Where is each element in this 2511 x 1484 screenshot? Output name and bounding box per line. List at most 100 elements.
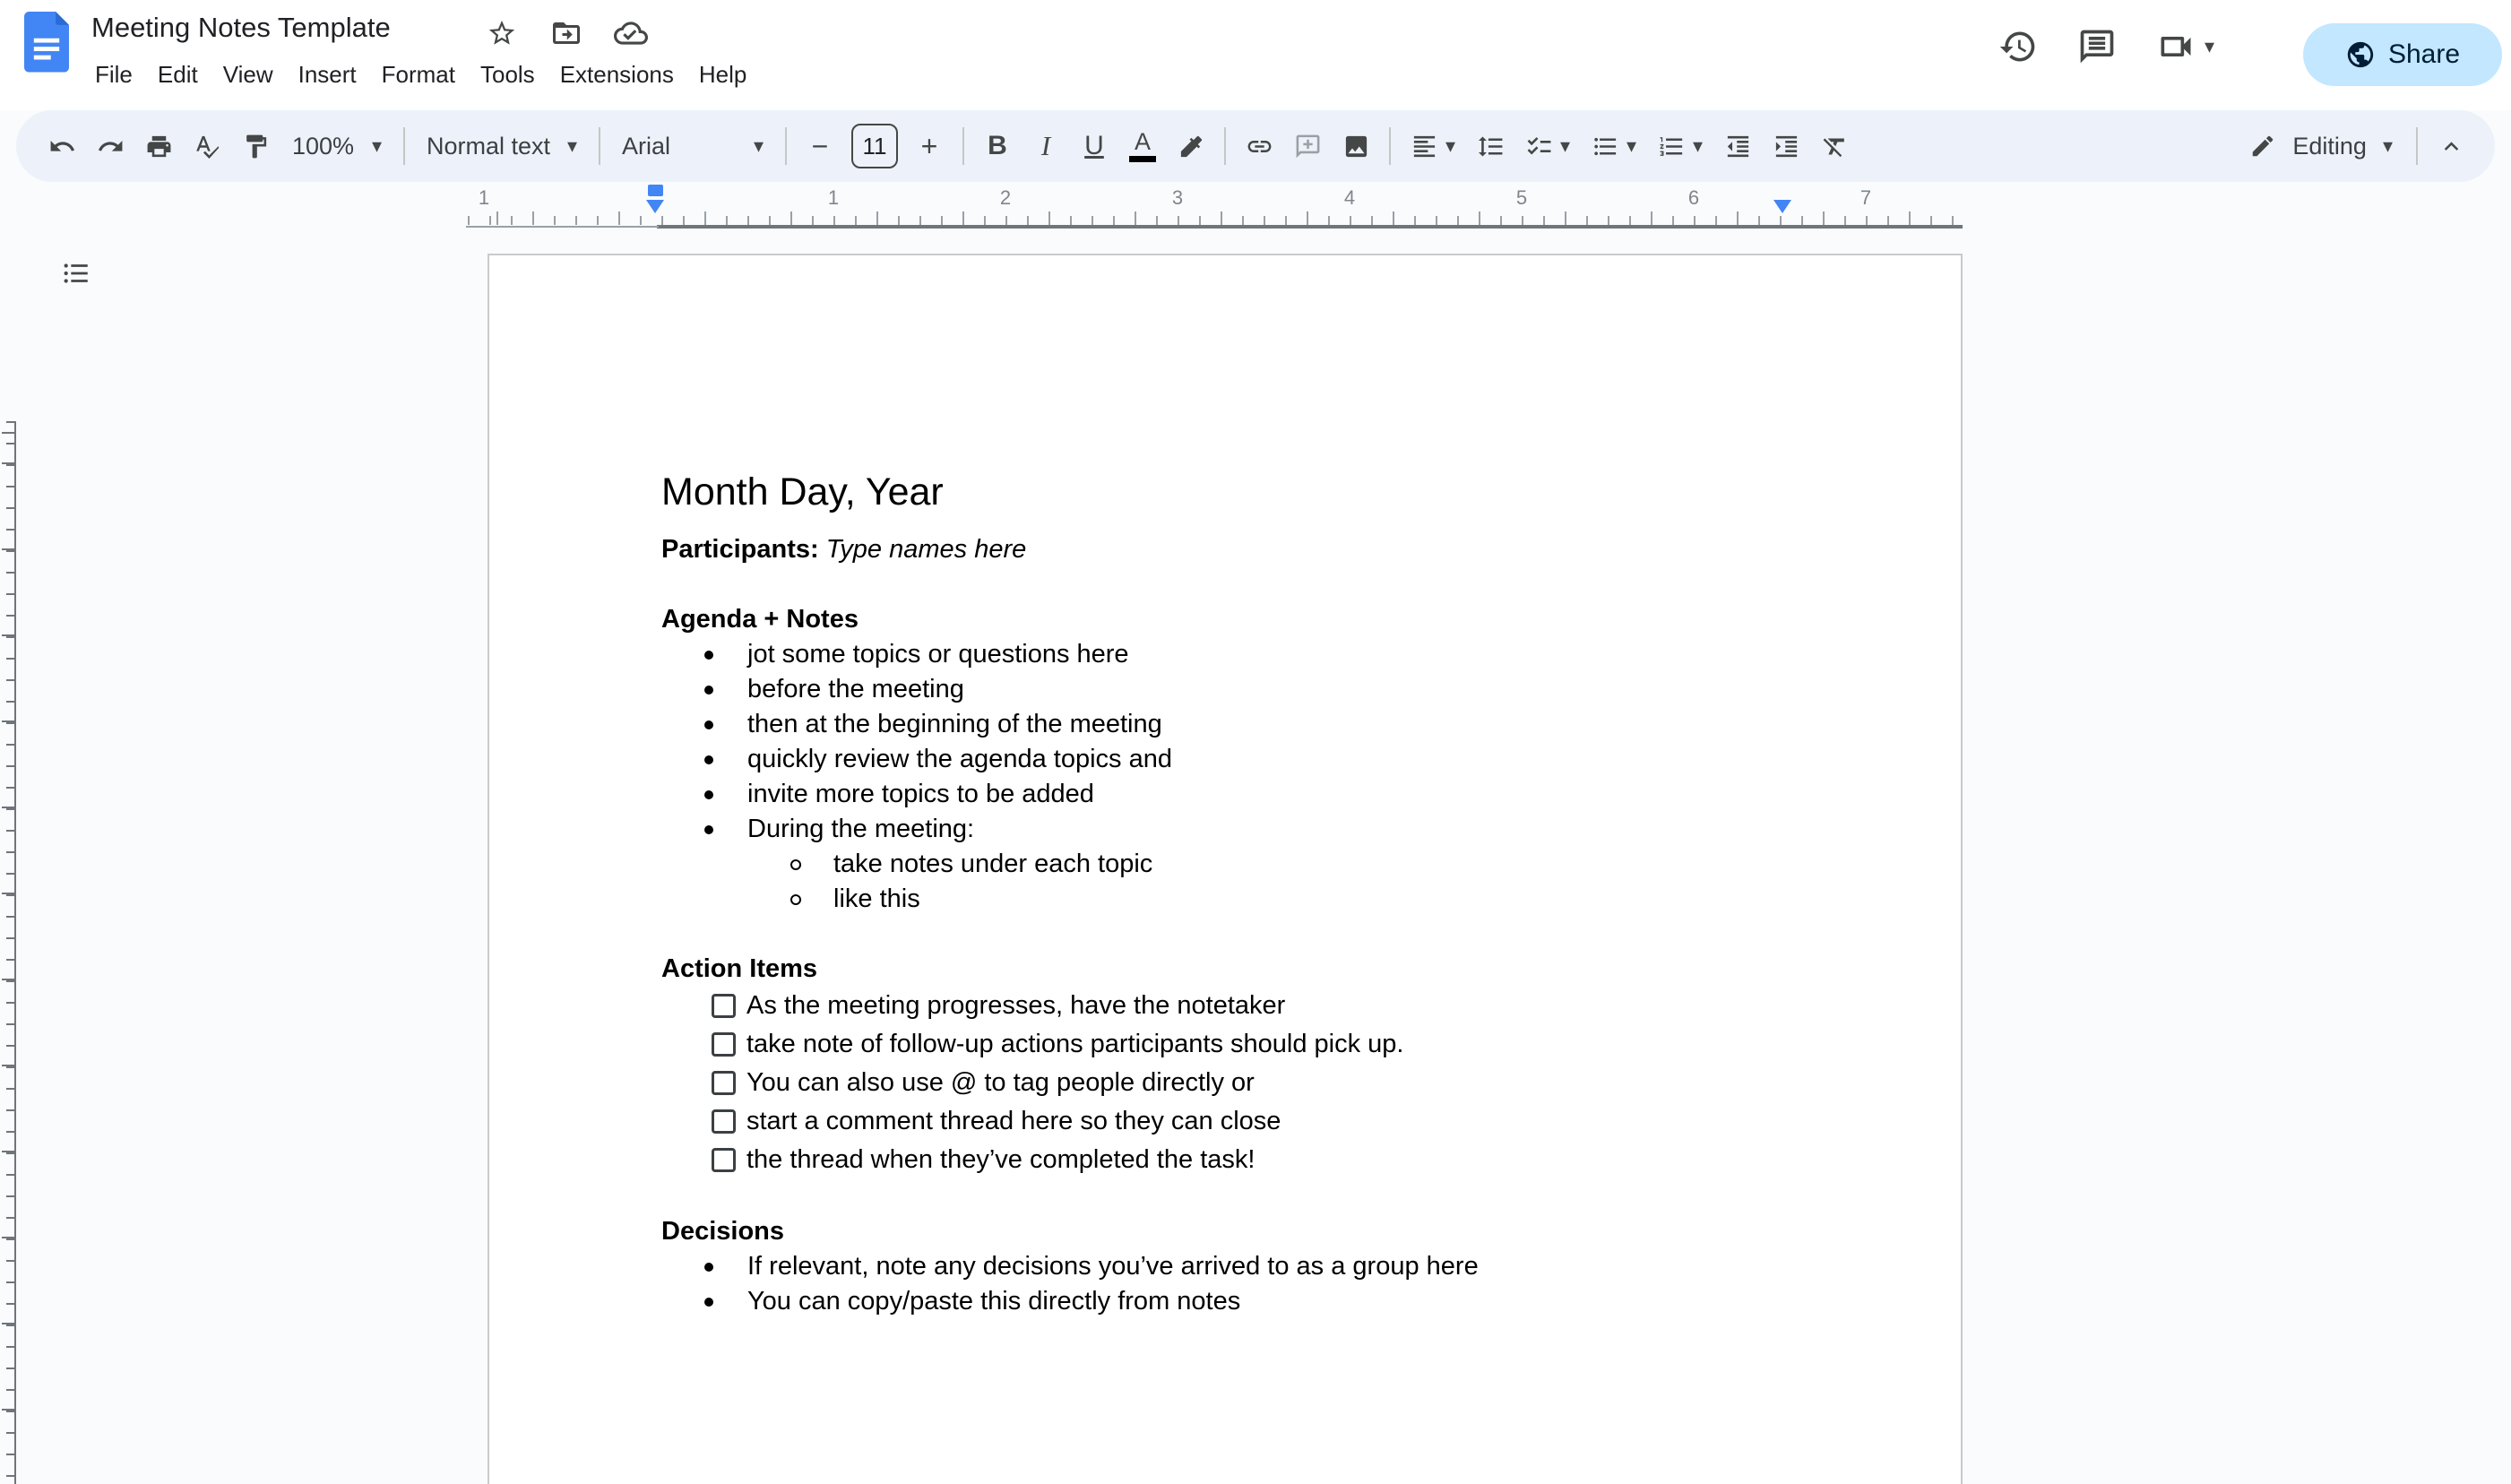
insert-image-button[interactable] [1332,122,1380,170]
document-title[interactable]: Meeting Notes Template [91,12,391,44]
main-toolbar: 100% ▾ Normal text ▾ Arial ▾ − 11 + B I … [16,110,2495,182]
paint-format-button[interactable] [231,122,280,170]
chevron-down-icon[interactable]: ▾ [2205,37,2214,56]
zoom-select[interactable]: 100% ▾ [280,122,394,170]
insert-link-button[interactable] [1235,122,1283,170]
toolbar-divider [2416,127,2418,165]
menu-help[interactable]: Help [686,54,759,96]
checkbox-unchecked[interactable] [712,1032,736,1057]
menu-bar: File Edit View Insert Format Tools Exten… [82,54,759,96]
increase-font-size-button[interactable]: + [905,122,953,170]
hide-menus-button[interactable] [2427,122,2475,170]
move-to-folder-icon[interactable] [548,15,584,51]
checklist-item-text: As the meeting progresses, have the note… [746,988,1285,1023]
document-status-cloud-icon[interactable] [613,15,649,51]
list-item[interactable]: If relevant, note any decisions you’ve a… [661,1249,1889,1284]
document-body: Month Day, Year Participants: Type names… [489,255,1961,1319]
globe-icon [2345,39,2376,70]
bold-button[interactable]: B [973,122,1022,170]
checklist-button[interactable]: ▾ [1514,122,1581,170]
doc-date-heading[interactable]: Month Day, Year [661,467,1889,517]
checkbox-unchecked[interactable] [712,994,736,1018]
checklist-item[interactable]: As the meeting progresses, have the note… [661,987,1889,1025]
underline-button[interactable]: U [1070,122,1118,170]
decrease-font-size-button[interactable]: − [796,122,844,170]
participants-label: Participants: [661,535,819,564]
list-item[interactable]: before the meeting [661,672,1889,707]
ruler-number: 6 [1688,186,1699,210]
checklist-item[interactable]: start a comment thread here so they can … [661,1102,1889,1141]
editing-mode-select[interactable]: Editing ▾ [2235,133,2407,160]
ruler-number: 4 [1344,186,1355,210]
menu-edit[interactable]: Edit [145,54,211,96]
vertical-ruler[interactable] [2,421,16,1484]
docs-logo-icon[interactable] [24,12,69,73]
checklist-item[interactable]: You can also use @ to tag people directl… [661,1064,1889,1102]
menu-extensions[interactable]: Extensions [548,54,686,96]
first-line-indent-marker[interactable] [648,185,663,196]
chevron-down-icon: ▾ [2383,136,2393,156]
agenda-list: jot some topics or questions here before… [661,637,1889,917]
add-comment-button[interactable] [1283,122,1332,170]
italic-button[interactable]: I [1022,122,1070,170]
menu-format[interactable]: Format [369,54,468,96]
list-item[interactable]: jot some topics or questions here [661,637,1889,672]
show-document-outline-button[interactable] [52,249,100,298]
decisions-list: If relevant, note any decisions you’ve a… [661,1249,1889,1319]
action-items-heading[interactable]: Action Items [661,952,1889,987]
participants-line[interactable]: Participants: Type names here [661,532,1889,567]
bulleted-list-button[interactable]: ▾ [1581,122,1647,170]
decisions-heading[interactable]: Decisions [661,1214,1889,1249]
menu-tools[interactable]: Tools [468,54,548,96]
chevron-down-icon: ▾ [1445,136,1455,156]
list-subitem[interactable]: take notes under each topic [661,847,1889,882]
menu-insert[interactable]: Insert [286,54,369,96]
editing-mode-value: Editing [2292,133,2367,160]
font-family-select[interactable]: Arial ▾ [609,122,776,170]
list-item[interactable]: then at the beginning of the meeting [661,707,1889,742]
increase-indent-button[interactable] [1762,122,1810,170]
checkbox-unchecked[interactable] [712,1109,736,1134]
checkbox-unchecked[interactable] [712,1071,736,1095]
font-family-value: Arial [622,133,670,160]
redo-button[interactable] [86,122,134,170]
comments-icon[interactable] [2075,25,2118,68]
checklist-item[interactable]: take note of follow-up actions participa… [661,1025,1889,1064]
list-item[interactable]: You can copy/paste this directly from no… [661,1284,1889,1319]
undo-button[interactable] [38,122,86,170]
list-item[interactable]: invite more topics to be added [661,777,1889,812]
star-icon[interactable] [484,15,520,51]
toolbar-divider [1389,127,1391,165]
left-indent-marker[interactable] [646,200,664,213]
list-item[interactable]: During the meeting: [661,812,1889,847]
agenda-heading[interactable]: Agenda + Notes [661,602,1889,637]
menu-view[interactable]: View [211,54,286,96]
list-item[interactable]: quickly review the agenda topics and [661,742,1889,777]
share-button[interactable]: Share [2303,23,2502,86]
ruler-number: 5 [1516,186,1527,210]
app-header: Meeting Notes Template File Edit View In… [0,0,2511,110]
document-page[interactable]: Month Day, Year Participants: Type names… [488,254,1963,1484]
align-button[interactable]: ▾ [1400,122,1466,170]
numbered-list-button[interactable]: ▾ [1647,122,1713,170]
right-indent-marker[interactable] [1773,200,1791,213]
clear-formatting-button[interactable] [1810,122,1859,170]
horizontal-ruler[interactable]: 1 1 2 3 4 5 6 7 [0,183,2511,228]
checkbox-unchecked[interactable] [712,1148,736,1172]
text-color-button[interactable]: A [1118,122,1167,170]
version-history-icon[interactable] [1997,25,2040,68]
toolbar-divider [962,127,964,165]
chevron-down-icon: ▾ [372,136,382,156]
decrease-indent-button[interactable] [1713,122,1762,170]
toolbar-divider [599,127,600,165]
list-subitem[interactable]: like this [661,882,1889,917]
paragraph-style-select[interactable]: Normal text ▾ [414,122,590,170]
menu-file[interactable]: File [82,54,145,96]
checklist-item[interactable]: the thread when they’ve completed the ta… [661,1141,1889,1179]
spelling-grammar-check-button[interactable] [183,122,231,170]
highlight-color-button[interactable] [1167,122,1215,170]
font-size-input[interactable]: 11 [851,124,898,168]
line-spacing-button[interactable] [1466,122,1514,170]
print-button[interactable] [134,122,183,170]
meet-video-call-button[interactable]: ▾ [2154,25,2214,68]
